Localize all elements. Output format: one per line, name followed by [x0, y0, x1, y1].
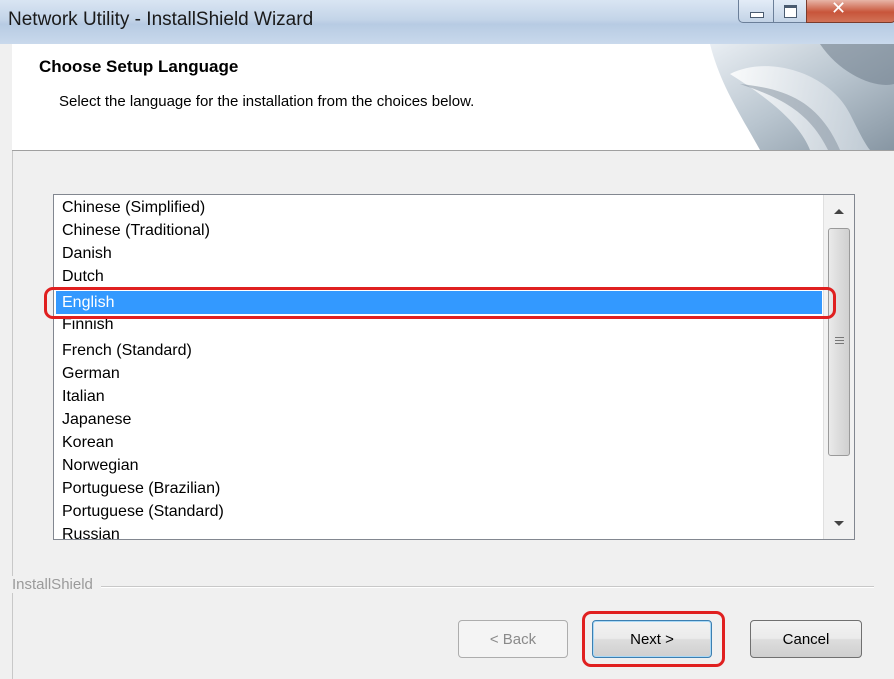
- caption-buttons: ✕: [738, 0, 894, 24]
- maximize-button[interactable]: [773, 0, 807, 23]
- minimize-icon: [750, 12, 764, 18]
- arrow-down-icon: [834, 521, 844, 526]
- list-item[interactable]: German: [62, 362, 120, 385]
- scroll-down-button[interactable]: [824, 511, 854, 539]
- list-item[interactable]: Korean: [62, 431, 114, 454]
- list-item[interactable]: Portuguese (Brazilian): [62, 477, 220, 500]
- back-button[interactable]: < Back: [458, 620, 568, 658]
- list-item[interactable]: Danish: [62, 242, 112, 265]
- close-icon: ✕: [831, 0, 847, 19]
- english-callout-highlight: [44, 287, 836, 319]
- list-item[interactable]: Dutch: [62, 265, 104, 282]
- footer-divider: [12, 586, 874, 588]
- list-item[interactable]: French (Standard): [62, 339, 192, 362]
- wizard-header: Choose Setup Language Select the languag…: [12, 44, 894, 151]
- list-item[interactable]: Italian: [62, 385, 105, 408]
- title-bar[interactable]: Network Utility - InstallShield Wizard ✕: [0, 0, 894, 44]
- list-item[interactable]: Portuguese (Standard): [62, 500, 224, 523]
- list-item[interactable]: Norwegian: [62, 454, 138, 477]
- scroll-up-button[interactable]: [824, 195, 854, 223]
- page-title: Choose Setup Language: [39, 57, 239, 76]
- installer-window: Network Utility - InstallShield Wizard ✕…: [0, 0, 894, 679]
- language-listbox[interactable]: Chinese (Simplified) Chinese (Traditiona…: [53, 194, 855, 540]
- list-item[interactable]: Japanese: [62, 408, 131, 431]
- list-item[interactable]: Finnish: [62, 319, 114, 336]
- arrow-up-icon: [834, 209, 844, 214]
- maximize-icon: [784, 5, 797, 18]
- vertical-scrollbar[interactable]: [823, 195, 854, 539]
- page-subtitle: Select the language for the installation…: [59, 93, 475, 110]
- cancel-button[interactable]: Cancel: [750, 620, 862, 658]
- installshield-graphic-icon: [700, 44, 894, 150]
- installshield-brand-label: InstallShield: [12, 576, 101, 593]
- window-title: Network Utility - InstallShield Wizard: [8, 9, 314, 30]
- list-item[interactable]: Chinese (Traditional): [62, 219, 210, 242]
- scroll-thumb[interactable]: [828, 228, 850, 456]
- close-button[interactable]: ✕: [806, 0, 894, 23]
- list-item[interactable]: Chinese (Simplified): [62, 196, 205, 219]
- list-item[interactable]: Russian: [62, 523, 120, 539]
- minimize-button[interactable]: [738, 0, 774, 23]
- grip-icon: [835, 337, 844, 346]
- next-callout-highlight: [582, 611, 725, 667]
